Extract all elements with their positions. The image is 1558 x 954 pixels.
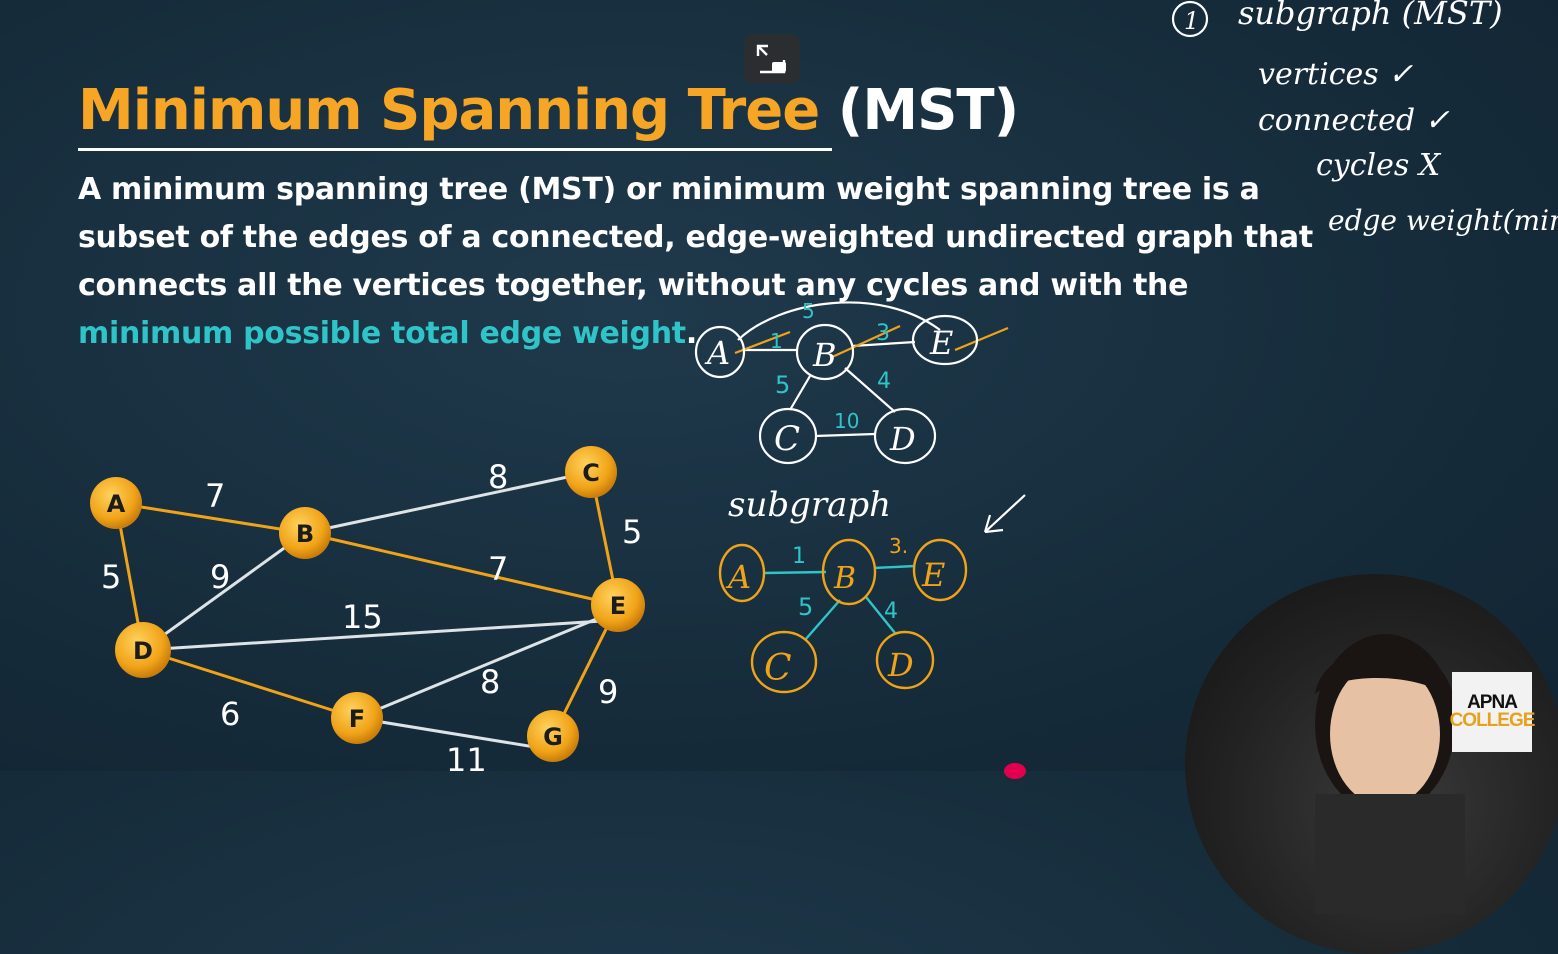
sketch-top-node-e: E xyxy=(929,324,953,362)
sketch-top-weight-bc: 5 xyxy=(775,371,790,399)
sketch-top-weight-cd: 10 xyxy=(834,409,859,433)
sketch-bottom-node-b: B xyxy=(833,561,856,596)
webcam-overlay xyxy=(1185,574,1558,954)
sketch-bottom-weight-bc: 5 xyxy=(798,593,813,621)
sketch-top-node-d: D xyxy=(889,420,916,458)
edge-b-e xyxy=(304,531,619,607)
weight-c-e: 5 xyxy=(622,513,642,551)
node-g: G xyxy=(527,710,579,762)
sketch-bottom-weight-bd: 4 xyxy=(884,599,898,624)
node-b: B xyxy=(279,507,331,559)
node-f-label: F xyxy=(349,705,365,733)
subgraph-label: subgraph xyxy=(728,485,891,525)
sketch-top-weight-bd: 4 xyxy=(877,369,891,394)
notes-heading: subgraph (MST) xyxy=(1238,0,1503,32)
notes-line-1: vertices ✓ xyxy=(1258,57,1413,92)
sketch-top-graph: A B E C D 5 1 3 5 4 10 xyxy=(694,299,1009,465)
edge-d-f xyxy=(142,648,358,720)
node-g-label: G xyxy=(543,723,563,751)
sketch-top-weight-ae: 5 xyxy=(802,299,815,323)
handwritten-notes: 1 subgraph (MST) vertices ✓ connected ✓ … xyxy=(1171,0,1558,237)
weight-b-e: 7 xyxy=(488,550,508,588)
notes-line-4: edge weight(min) xyxy=(1328,204,1558,237)
apna-college-logo: APNA COLLEGE xyxy=(1449,672,1536,752)
sketch-bottom-weight-be: 3. xyxy=(889,534,908,558)
node-b-label: B xyxy=(296,520,314,548)
notes-line-2: connected ✓ xyxy=(1258,103,1450,138)
node-a-label: A xyxy=(107,490,126,518)
weight-a-d: 5 xyxy=(101,558,121,596)
node-c: C xyxy=(565,446,617,498)
sketch-bottom-node-e: E xyxy=(921,556,945,594)
weight-b-d: 9 xyxy=(210,558,230,596)
edge-b-c xyxy=(304,470,592,535)
sketch-top-weight-be: 3 xyxy=(876,321,890,346)
node-f: F xyxy=(331,692,383,744)
node-d-label: D xyxy=(133,637,153,665)
notes-line-3: cycles X xyxy=(1316,148,1442,183)
node-d: D xyxy=(115,622,171,678)
arrow-annotation xyxy=(983,494,1026,534)
sketch-top-weight-ab: 1 xyxy=(770,329,783,353)
sketch-top-node-b: B xyxy=(812,336,837,374)
sketch-bottom-node-d: D xyxy=(887,646,914,684)
sketch-top-node-a: A xyxy=(704,334,730,372)
weight-a-b: 7 xyxy=(205,477,225,515)
sketch-bottom-weight-ab: 1 xyxy=(792,544,806,569)
weight-d-f: 6 xyxy=(220,695,240,733)
node-e: E xyxy=(591,578,645,632)
sketch-bottom-node-a: A xyxy=(725,558,751,596)
node-e-label: E xyxy=(610,592,626,620)
weight-f-e: 8 xyxy=(480,663,500,701)
sketch-bottom-node-c: C xyxy=(764,648,792,689)
node-a: A xyxy=(90,477,142,529)
presenter-video xyxy=(1315,634,1465,914)
logo-line-2: COLLEGE xyxy=(1449,710,1536,731)
weight-d-e: 15 xyxy=(342,598,383,636)
node-c-label: C xyxy=(582,459,600,487)
weight-e-g: 9 xyxy=(598,673,618,711)
weight-f-g: 11 xyxy=(446,741,487,771)
notes-item-number: 1 xyxy=(1184,7,1199,35)
sketch-bottom-graph: A B E C D 1 3. 5 4 xyxy=(718,534,968,694)
sketch-top-node-c: C xyxy=(774,419,800,459)
progress-scrubber[interactable] xyxy=(1004,763,1026,779)
weight-b-c: 8 xyxy=(488,458,508,496)
